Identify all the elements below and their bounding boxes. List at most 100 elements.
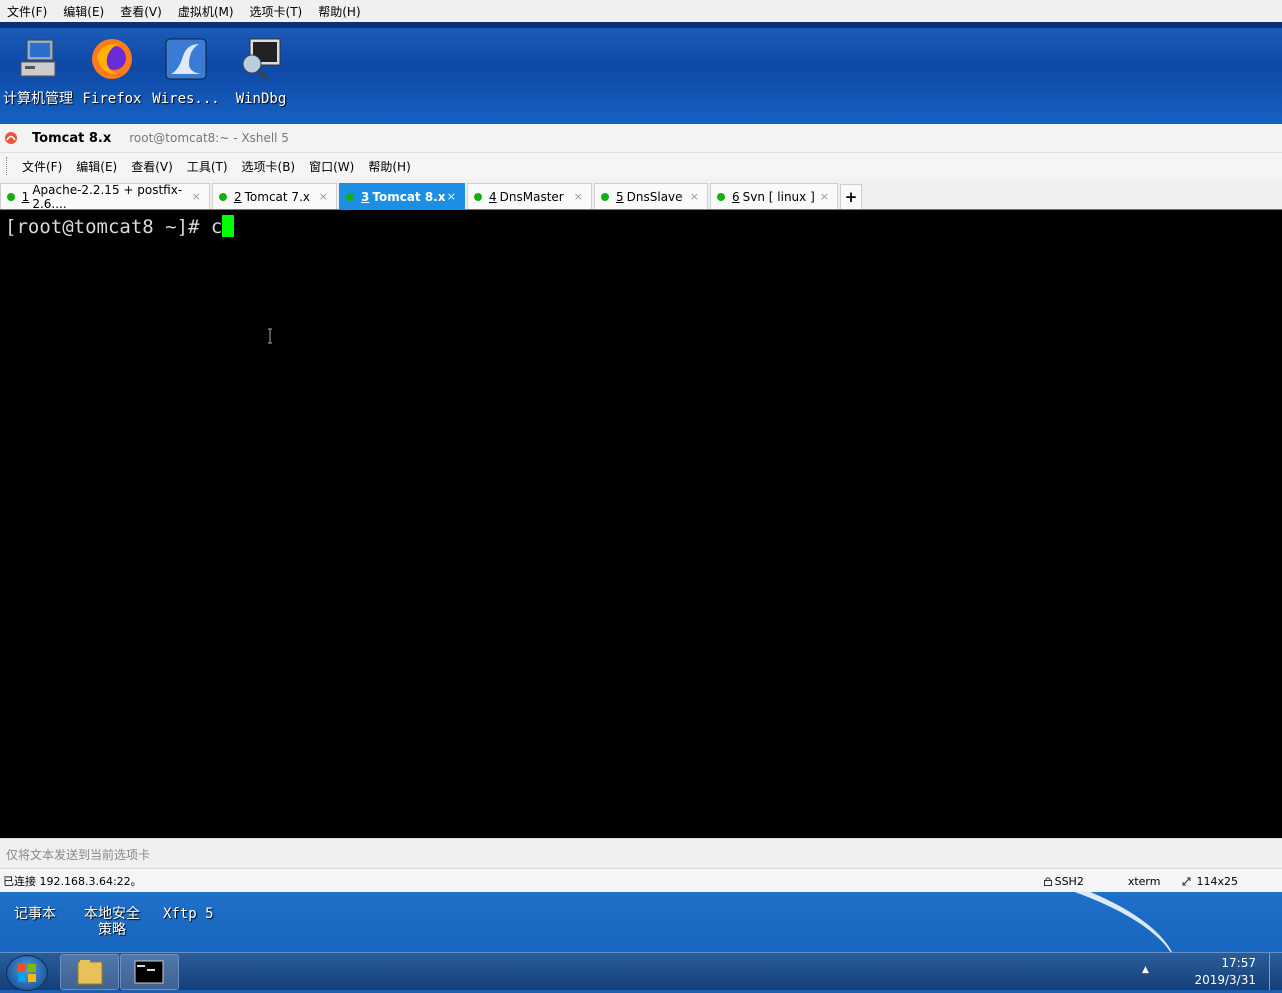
desktop-icon-notepad[interactable]: 记事本 <box>14 906 56 922</box>
status-dot-icon <box>601 192 609 201</box>
session-tabbar: 1 Apache-2.2.15 + postfix-2.6.... × 2 To… <box>0 179 1282 213</box>
status-dot-icon <box>219 192 227 201</box>
terminal-line: [root@tomcat8 ~]# c <box>5 215 235 238</box>
tab-number: 3 <box>361 189 370 204</box>
windows-logo-icon <box>18 964 36 982</box>
send-text-placeholder: 仅将文本发送到当前选项卡 <box>6 847 151 862</box>
taskbar: ▲ 17:57 2019/3/31 <box>0 952 1282 991</box>
desktop-icon-label: 记事本 <box>14 906 56 922</box>
tab-close-icon[interactable]: × <box>820 190 829 203</box>
terminal-input: c <box>210 216 223 238</box>
terminal-size-status: 114x25 <box>1182 875 1260 888</box>
taskbar-cmd-button[interactable] <box>120 954 179 990</box>
wireshark-icon <box>165 38 207 80</box>
tab-number: 1 <box>21 189 30 204</box>
tab-label: Apache-2.2.15 + postfix-2.6.... <box>32 182 183 211</box>
desktop-icon-firefox[interactable]: Firefox <box>77 36 147 107</box>
menu-help[interactable]: 帮助(H) <box>361 158 417 175</box>
tab-number: 2 <box>234 189 242 204</box>
status-dot-icon <box>474 192 482 201</box>
vm-menu-help[interactable]: 帮助(H) <box>310 3 368 20</box>
computer-management-icon <box>20 39 56 77</box>
tab-number: 4 <box>489 189 497 204</box>
window-subtitle: root@tomcat8:~ - Xshell 5 <box>129 131 289 145</box>
xshell-menubar: 文件(F) 编辑(E) 查看(V) 工具(T) 选项卡(B) 窗口(W) 帮助(… <box>0 152 1282 179</box>
add-tab-button[interactable]: + <box>840 184 862 209</box>
desktop-icon-xftp[interactable]: Xftp 5 <box>163 906 214 922</box>
terminal-type-status: xterm <box>1127 874 1161 888</box>
xshell-titlebar: Tomcat 8.x root@tomcat8:~ - Xshell 5 <box>0 124 1282 152</box>
desktop-icon-label: 本地安全策略 <box>84 906 140 938</box>
xshell-window: Tomcat 8.x root@tomcat8:~ - Xshell 5 文件(… <box>0 124 1282 893</box>
connection-status: 已连接 192.168.3.64:22。 <box>3 875 142 888</box>
menu-tabs[interactable]: 选项卡(B) <box>235 158 303 175</box>
clock-time[interactable]: 17:57 <box>1221 956 1256 970</box>
terminal-area[interactable]: [root@tomcat8 ~]# c <box>0 210 1282 838</box>
desktop-icon-computer-management[interactable]: 计算机管理 <box>3 36 73 107</box>
tab-label: Svn [ linux ] <box>742 189 815 204</box>
tab-close-icon[interactable]: × <box>192 190 201 203</box>
session-tab-2[interactable]: 2 Tomcat 7.x × <box>212 183 337 209</box>
desktop-icon-security-policy[interactable]: 本地安全策略 <box>80 906 144 938</box>
tab-close-icon[interactable]: × <box>574 190 583 203</box>
menu-edit[interactable]: 编辑(E) <box>69 158 124 175</box>
desktop-icon-wireshark[interactable]: Wires... <box>151 36 221 107</box>
tab-label: Tomcat 8.x <box>372 189 446 204</box>
folder-icon <box>77 960 103 985</box>
menu-view[interactable]: 查看(V) <box>124 158 180 175</box>
session-tab-1[interactable]: 1 Apache-2.2.15 + postfix-2.6.... × <box>0 182 210 211</box>
status-dot-icon <box>346 192 354 201</box>
firefox-icon <box>92 39 132 79</box>
system-tray: ▲ 17:57 2019/3/31 <box>1142 953 1282 990</box>
status-dot-icon <box>717 192 725 201</box>
terminal-cursor <box>222 215 235 237</box>
desktop-icon-label: 计算机管理 <box>3 91 73 107</box>
wallpaper-swoosh <box>849 892 1191 952</box>
windbg-icon <box>242 38 281 81</box>
taskbar-explorer-button[interactable] <box>60 954 119 990</box>
tab-close-icon[interactable]: × <box>319 190 328 203</box>
vm-menu-edit[interactable]: 编辑(E) <box>55 3 112 20</box>
session-tab-5[interactable]: 5 DnsSlave × <box>594 183 708 209</box>
menu-tools[interactable]: 工具(T) <box>180 158 235 175</box>
tray-expand-icon[interactable]: ▲ <box>1142 965 1149 975</box>
tab-label: DnsMaster <box>499 189 564 204</box>
desktop-icon-label: Wires... <box>152 91 220 107</box>
menubar-grip[interactable] <box>6 157 9 175</box>
resize-icon <box>1182 877 1191 885</box>
send-text-bar[interactable]: 仅将文本发送到当前选项卡 <box>0 838 1282 869</box>
desktop-icon-windbg[interactable]: WinDbg <box>226 36 296 107</box>
tab-number: 6 <box>732 189 740 204</box>
desktop-top: 计算机管理 Firefox Wires... WinDbg <box>0 28 1282 124</box>
vm-menu-vm[interactable]: 虚拟机(M) <box>170 3 242 20</box>
desktop-icon-label: WinDbg <box>235 91 287 107</box>
show-desktop-button[interactable] <box>1269 953 1282 990</box>
menu-window[interactable]: 窗口(W) <box>302 158 361 175</box>
desktop-bottom: 记事本 本地安全策略 Xftp 5 <box>0 892 1282 952</box>
vm-menu-file[interactable]: 文件(F) <box>0 3 55 20</box>
window-title: Tomcat 8.x <box>32 130 112 146</box>
start-button[interactable] <box>6 955 48 991</box>
command-prompt-icon <box>134 960 164 984</box>
menu-file[interactable]: 文件(F) <box>15 158 69 175</box>
clock-date[interactable]: 2019/3/31 <box>1194 973 1256 987</box>
session-tab-3[interactable]: 3 Tomcat 8.x × <box>339 183 465 209</box>
terminal-prompt: [root@tomcat8 ~]# <box>5 216 211 238</box>
status-dot-icon <box>7 192 15 201</box>
vm-menubar: 文件(F) 编辑(E) 查看(V) 虚拟机(M) 选项卡(T) 帮助(H) <box>0 0 1282 23</box>
size-label: 114x25 <box>1196 874 1238 888</box>
protocol-status: SSH2 <box>1043 875 1106 888</box>
vm-menu-tabs[interactable]: 选项卡(T) <box>242 3 311 20</box>
tab-close-icon[interactable]: × <box>447 190 456 203</box>
text-cursor-icon <box>268 328 272 344</box>
vm-menu-view[interactable]: 查看(V) <box>112 3 170 20</box>
tab-label: DnsSlave <box>626 189 683 204</box>
xshell-logo-icon <box>5 132 17 144</box>
session-tab-4[interactable]: 4 DnsMaster × <box>467 183 592 209</box>
tab-label: Tomcat 7.x <box>244 189 310 204</box>
session-tab-6[interactable]: 6 Svn [ linux ] × <box>710 183 838 209</box>
lock-icon <box>1043 876 1052 886</box>
tab-number: 5 <box>616 189 624 204</box>
desktop-icon-label: Firefox <box>82 91 142 107</box>
tab-close-icon[interactable]: × <box>690 190 699 203</box>
